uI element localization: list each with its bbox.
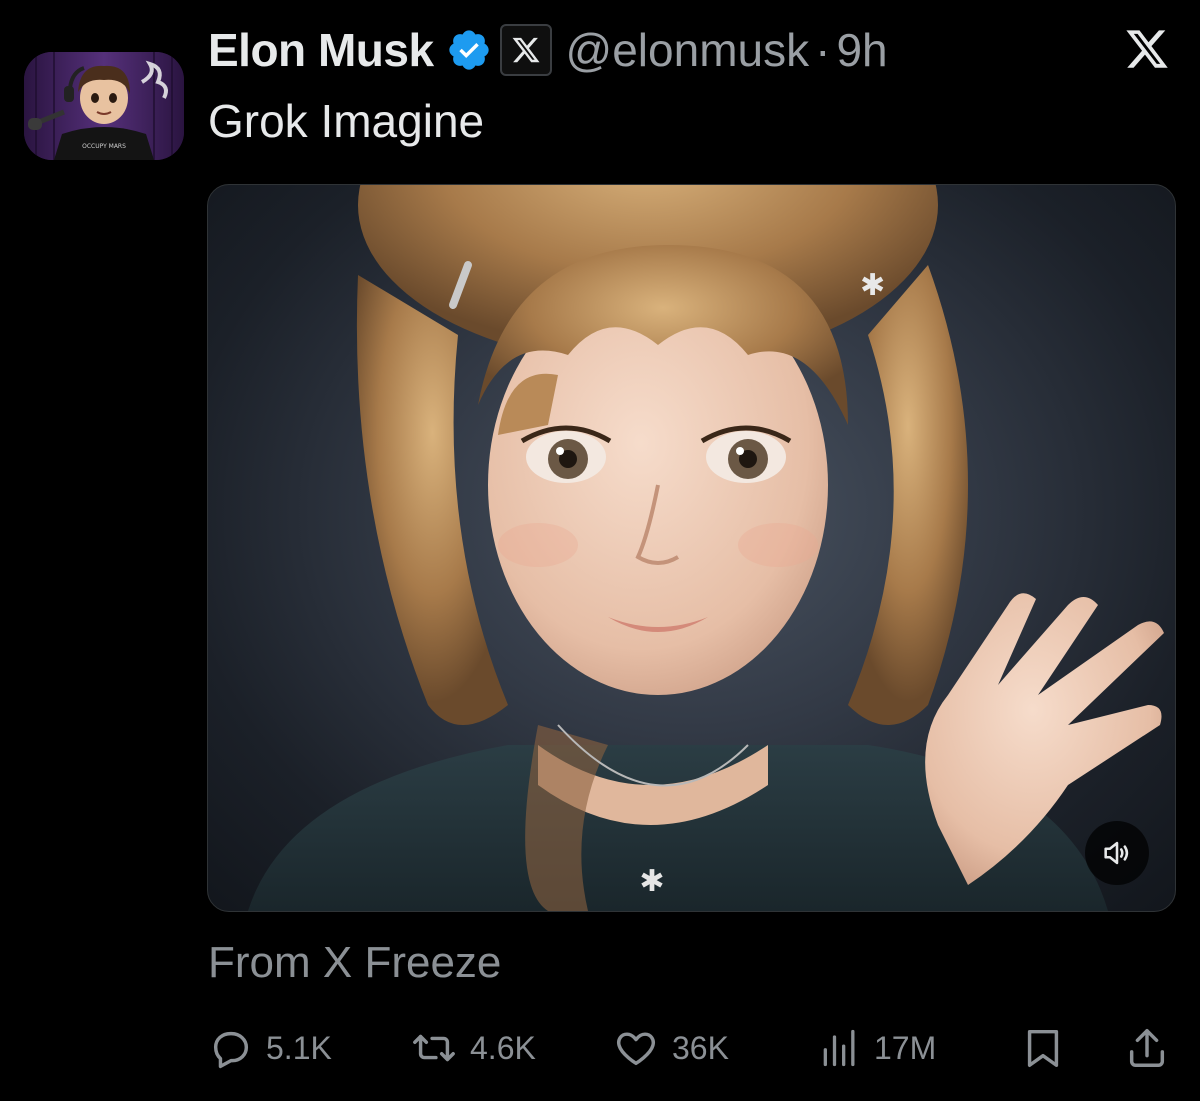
svg-text:✱: ✱: [639, 864, 664, 899]
tweet-action-bar: 5.1K 4.6K 36K 17M: [0, 1018, 1200, 1078]
author-handle[interactable]: @elonmusk: [566, 23, 810, 77]
like-button[interactable]: 36K: [612, 1018, 729, 1078]
video-frame-illustration: ✱ ✱: [248, 185, 1164, 911]
reply-button[interactable]: 5.1K: [208, 1018, 332, 1078]
views-icon: [823, 1029, 855, 1067]
reply-count: 5.1K: [266, 1029, 332, 1066]
post-time[interactable]: 9h: [836, 23, 887, 77]
avatar[interactable]: OCCUPY MARS: [24, 52, 184, 160]
tweet-header: Elon Musk @elonmusk · 9h: [208, 22, 888, 78]
repost-button[interactable]: 4.6K: [410, 1018, 536, 1078]
share-icon: [1129, 1029, 1165, 1067]
verified-badge-icon[interactable]: [446, 27, 492, 73]
like-count: 36K: [672, 1029, 729, 1066]
svg-text:OCCUPY MARS: OCCUPY MARS: [82, 143, 126, 150]
media-attribution[interactable]: From X Freeze: [208, 938, 501, 988]
author-name[interactable]: Elon Musk: [208, 23, 434, 77]
views-button[interactable]: 17M: [818, 1018, 936, 1078]
sound-toggle-button[interactable]: [1085, 821, 1149, 885]
svg-text:✱: ✱: [860, 268, 885, 303]
x-logo-icon: [1122, 26, 1172, 72]
speaker-icon: [1104, 841, 1129, 865]
share-button[interactable]: [1124, 1018, 1170, 1078]
tweet-media-video[interactable]: ✱ ✱: [207, 184, 1176, 912]
reply-icon: [213, 1031, 249, 1069]
views-count: 17M: [874, 1029, 937, 1066]
repost-icon: [413, 1034, 455, 1062]
repost-count: 4.6K: [470, 1029, 536, 1066]
x-affiliation-icon[interactable]: [499, 24, 552, 76]
separator-dot: ·: [815, 24, 831, 76]
tweet-text: Grok Imagine: [208, 95, 485, 147]
like-icon: [617, 1032, 655, 1066]
bookmark-icon: [1027, 1029, 1059, 1067]
bookmark-button[interactable]: [1020, 1018, 1066, 1078]
